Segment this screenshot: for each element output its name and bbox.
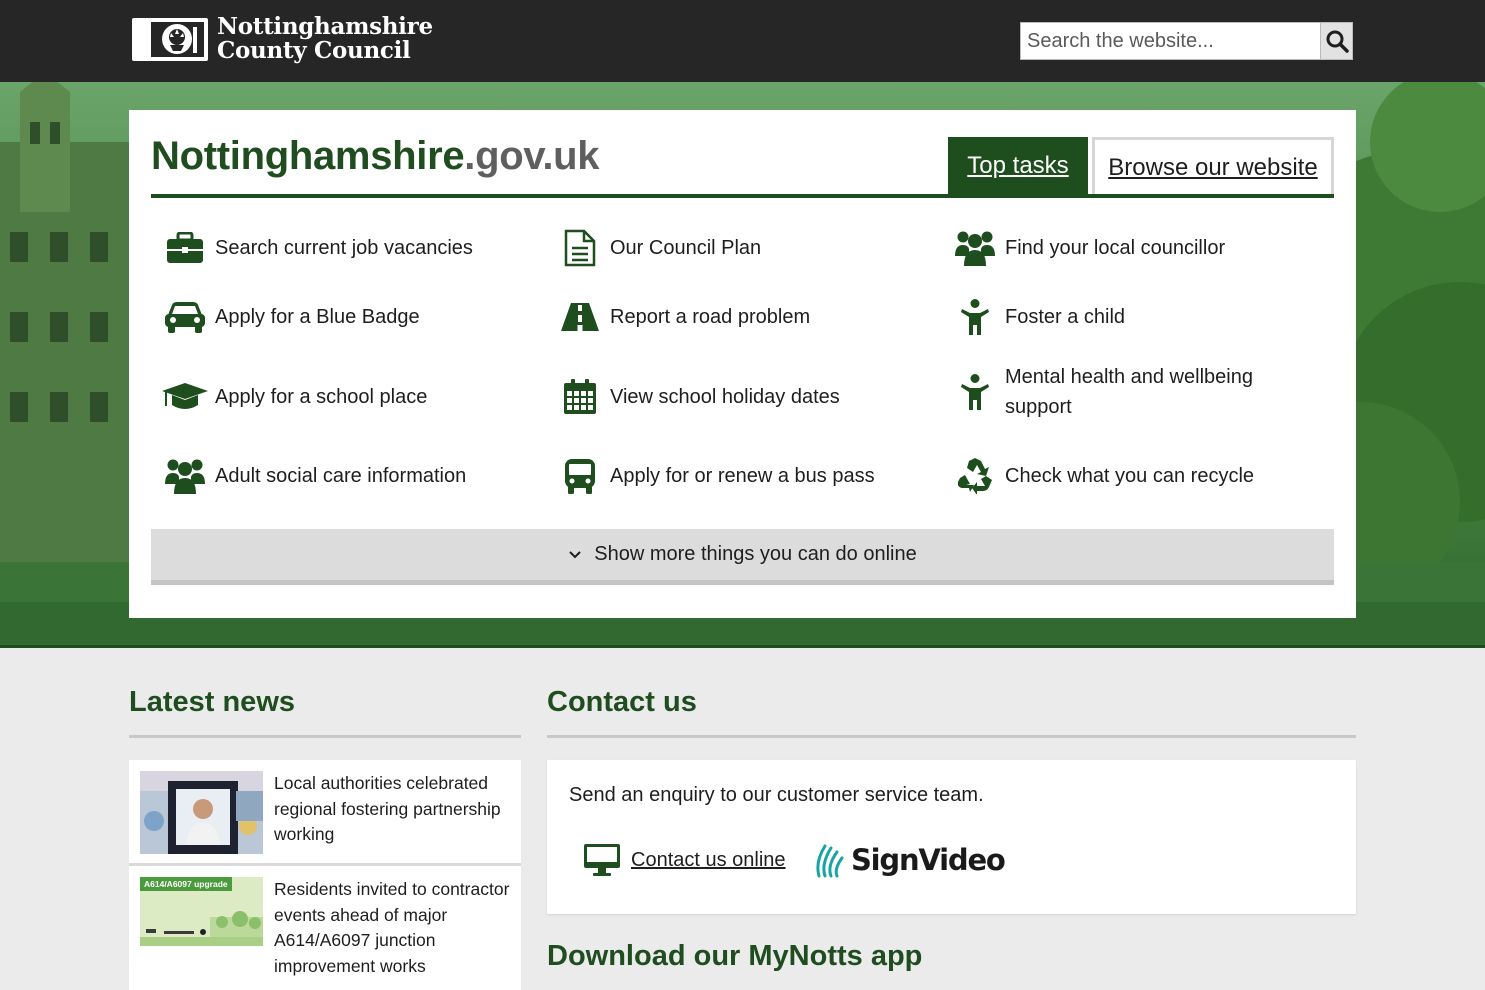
task-label: Mental health and wellbeing support [1005, 366, 1253, 418]
tab-browse-website[interactable]: Browse our website [1092, 137, 1334, 195]
panel-divider [151, 194, 1334, 198]
news-item[interactable]: Local authorities celebrated regional fo… [129, 760, 521, 866]
task-holiday-dates[interactable]: View school holiday dates [556, 377, 840, 417]
contact-card: Send an enquiry to our customer service … [547, 760, 1356, 914]
news-thumbnail-image [140, 771, 263, 854]
top-tasks-panel: Nottinghamshire.gov.uk Top tasks Browse … [129, 110, 1356, 618]
app-download-heading: Download our MyNotts app [547, 940, 923, 972]
show-more-label: Show more things you can do online [594, 543, 917, 565]
signvideo-logo-icon [816, 844, 844, 878]
task-label: Check what you can recycle [1005, 465, 1255, 487]
search-input[interactable] [1020, 22, 1320, 60]
hero-banner: Nottinghamshire.gov.uk Top tasks Browse … [0, 82, 1485, 648]
news-item[interactable]: A614/A6097 upgrade Residents invited to … [129, 866, 521, 990]
task-find-councillor[interactable]: Find your local councillor [951, 228, 1225, 268]
site-title: Nottinghamshire.gov.uk [151, 134, 600, 179]
task-adult-social-care[interactable]: Adult social care information [161, 456, 466, 496]
council-name-line1: Nottinghamshire [217, 13, 433, 40]
panel-tabs: Top tasks Browse our website [948, 137, 1334, 195]
task-label: Report a road problem [610, 306, 811, 328]
task-label: Find your local councillor [1005, 237, 1226, 259]
recycle-icon [951, 456, 999, 496]
site-search [1020, 22, 1353, 60]
road-icon [556, 297, 604, 337]
task-label: Apply for or renew a bus pass [610, 465, 875, 487]
task-blue-badge[interactable]: Apply for a Blue Badge [161, 297, 420, 337]
signvideo-link[interactable]: SignVideo [815, 842, 1006, 878]
task-job-vacancies[interactable]: Search current job vacancies [161, 228, 473, 268]
people-group-icon [951, 228, 999, 268]
task-bus-pass[interactable]: Apply for or renew a bus pass [556, 456, 875, 496]
site-header: Nottinghamshire County Council [0, 0, 1485, 82]
contact-online-link[interactable]: Contact us online [583, 843, 786, 877]
task-label: Foster a child [1005, 306, 1126, 328]
task-label: Adult social care information [215, 465, 467, 487]
contact-intro: Send an enquiry to our customer service … [569, 784, 984, 806]
site-title-main: Nottinghamshire [151, 134, 465, 178]
council-name: Nottinghamshire County Council [217, 15, 433, 63]
graduation-cap-icon [161, 377, 209, 417]
briefcase-icon [161, 228, 209, 268]
news-thumbnail-graphic [140, 911, 263, 946]
show-more-button[interactable]: Show more things you can do online [151, 529, 1334, 585]
tab-top-tasks[interactable]: Top tasks [948, 137, 1088, 195]
task-label: Apply for a Blue Badge [215, 306, 420, 328]
task-school-place[interactable]: Apply for a school place [161, 377, 427, 417]
task-road-problem[interactable]: Report a road problem [556, 297, 810, 337]
council-crest-icon [132, 18, 208, 61]
news-list: Local authorities celebrated regional fo… [129, 760, 521, 990]
contact-divider [547, 735, 1356, 738]
site-title-suffix: .gov.uk [464, 134, 600, 178]
signvideo-wordmark: SignVideo [851, 843, 1006, 877]
council-name-line2: County Council [217, 37, 411, 64]
task-label: Our Council Plan [610, 237, 762, 259]
task-foster-child[interactable]: Foster a child [951, 297, 1125, 337]
council-logo[interactable]: Nottinghamshire County Council [131, 15, 433, 63]
search-button[interactable] [1320, 22, 1353, 60]
task-recycle[interactable]: Check what you can recycle [951, 456, 1254, 496]
car-icon [161, 297, 209, 337]
task-label: View school holiday dates [610, 386, 840, 408]
child-icon [951, 297, 999, 337]
latest-news-heading: Latest news [129, 686, 295, 718]
contact-us-heading: Contact us [547, 686, 697, 718]
news-title: Local authorities celebrated regional fo… [274, 773, 501, 844]
chevron-down-icon [568, 550, 582, 560]
contact-online-label: Contact us online [631, 848, 786, 871]
task-label: Apply for a school place [215, 386, 428, 408]
calendar-icon [556, 377, 604, 417]
task-mental-health[interactable]: Mental health and wellbeing support [951, 362, 1271, 422]
news-thumbnail-image: A614/A6097 upgrade [140, 877, 263, 946]
news-divider [129, 735, 521, 738]
person-icon [951, 372, 999, 412]
document-icon [556, 228, 604, 268]
task-label: Search current job vacancies [215, 237, 473, 259]
magnifier-icon [1326, 30, 1349, 53]
desktop-monitor-icon [584, 844, 620, 876]
people-group-icon [161, 456, 209, 496]
task-council-plan[interactable]: Our Council Plan [556, 228, 761, 268]
news-title: Residents invited to contractor events a… [274, 879, 510, 976]
bus-icon [556, 456, 604, 496]
